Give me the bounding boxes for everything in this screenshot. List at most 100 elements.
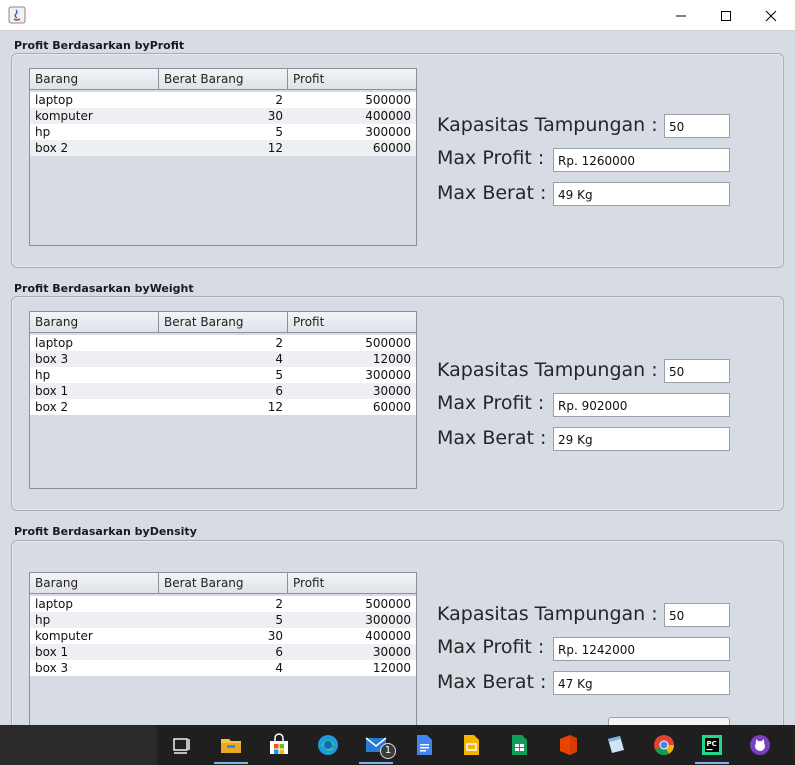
cell-profit: 60000 [372,141,411,155]
taskbar: PC [0,725,795,765]
column-header-barang[interactable]: Barang [30,573,159,593]
cell-berat: 5 [275,368,283,382]
max-berat-field[interactable]: 29 Kg [553,427,730,451]
active-indicator [214,762,248,764]
column-header-berat[interactable]: Berat Barang [159,69,288,89]
table-row[interactable]: box 2 12 60000 [30,399,416,415]
close-icon [765,10,777,21]
kapasitas-label: Kapasitas Tampungan : [437,603,658,625]
table-row[interactable]: box 2 12 60000 [30,140,416,156]
cell-berat: 2 [275,336,283,350]
cell-profit: 400000 [365,109,411,123]
cell-berat: 12 [267,400,283,414]
max-profit-field[interactable]: Rp. 1260000 [553,148,730,172]
max-profit-label: Max Profit : [437,147,545,169]
cell-berat: 12 [267,141,283,155]
section-title-by-density: Profit Berdasarkan byDensity [14,525,197,538]
cell-berat: 6 [275,645,283,659]
table-row[interactable]: komputer 30 400000 [30,628,416,644]
table-row[interactable]: box 3 4 12000 [30,351,416,367]
max-profit-field[interactable]: Rp. 1242000 [553,637,730,661]
cell-profit: 500000 [365,597,411,611]
table-row[interactable]: box 1 6 30000 [30,644,416,660]
column-header-barang[interactable]: Barang [30,312,159,332]
table-row[interactable]: laptop 2 500000 [30,596,416,612]
cell-berat: 4 [275,352,283,366]
cell-barang: komputer [35,629,93,643]
column-header-berat[interactable]: Berat Barang [159,312,288,332]
table-row[interactable]: laptop 2 500000 [30,92,416,108]
cell-berat: 5 [275,125,283,139]
cell-profit: 300000 [365,368,411,382]
max-berat-field[interactable]: 47 Kg [553,671,730,695]
kapasitas-field[interactable]: 50 [664,114,730,138]
cell-profit: 500000 [365,93,411,107]
cell-berat: 4 [275,661,283,675]
table-by-density[interactable]: Barang Berat Barang Profit laptop 2 5000… [29,572,417,732]
minimize-button[interactable] [658,0,704,31]
kapasitas-label: Kapasitas Tampungan : [437,359,658,381]
google-sheets-icon[interactable] [507,733,531,757]
task-view-icon[interactable] [170,733,194,757]
cell-profit: 300000 [365,125,411,139]
kapasitas-label: Kapasitas Tampungan : [437,114,658,136]
svg-text:PC: PC [707,740,717,748]
active-indicator [359,762,393,764]
table-row[interactable]: hp 5 300000 [30,124,416,140]
table-row[interactable]: hp 5 300000 [30,612,416,628]
max-profit-field[interactable]: Rp. 902000 [553,393,730,417]
chrome-icon[interactable] [652,733,676,757]
taskbar-search-area[interactable] [0,725,157,765]
max-berat-field[interactable]: 49 Kg [553,182,730,206]
cell-barang: box 1 [35,384,69,398]
google-docs-icon[interactable] [412,733,436,757]
office-icon[interactable] [556,733,580,757]
column-header-profit[interactable]: Profit [288,69,416,89]
table-row[interactable]: box 3 4 12000 [30,660,416,676]
column-header-barang[interactable]: Barang [30,69,159,89]
file-explorer-icon[interactable] [219,733,243,757]
table-by-profit[interactable]: Barang Berat Barang Profit laptop 2 5000… [29,68,417,246]
column-header-berat[interactable]: Berat Barang [159,573,288,593]
column-header-profit[interactable]: Profit [288,312,416,332]
microsoft-store-icon[interactable] [267,733,291,757]
maximize-button[interactable] [703,0,749,31]
kapasitas-field[interactable]: 50 [664,603,730,627]
table-row[interactable]: box 1 6 30000 [30,383,416,399]
cell-profit: 500000 [365,336,411,350]
google-slides-icon[interactable] [459,733,483,757]
cell-barang: box 2 [35,400,69,414]
close-button[interactable] [748,0,794,31]
cell-berat: 30 [267,109,283,123]
edge-icon[interactable] [316,733,340,757]
table-row[interactable]: laptop 2 500000 [30,335,416,351]
cell-barang: komputer [35,109,93,123]
maximize-icon [721,10,731,21]
cell-profit: 400000 [365,629,411,643]
cell-berat: 6 [275,384,283,398]
pycharm-icon[interactable]: PC [700,733,724,757]
cell-profit: 12000 [372,661,411,675]
cell-barang: box 3 [35,352,69,366]
cell-barang: laptop [35,597,73,611]
max-profit-label: Max Profit : [437,636,545,658]
table-row[interactable]: komputer 30 400000 [30,108,416,124]
app-cat-icon[interactable] [748,733,772,757]
table-by-weight[interactable]: Barang Berat Barang Profit laptop 2 5000… [29,311,417,489]
max-profit-label: Max Profit : [437,392,545,414]
max-berat-label: Max Berat : [437,182,547,204]
table-header: Barang Berat Barang Profit [30,573,416,594]
cell-profit: 30000 [372,384,411,398]
notepad-icon[interactable] [604,733,628,757]
cell-barang: laptop [35,93,73,107]
kapasitas-field[interactable]: 50 [664,359,730,383]
window-titlebar [0,0,795,31]
table-row[interactable]: hp 5 300000 [30,367,416,383]
minimize-icon [676,15,686,16]
cell-barang: hp [35,125,51,139]
java-app-icon [8,6,26,24]
cell-barang: hp [35,613,51,627]
table-header: Barang Berat Barang Profit [30,312,416,333]
column-header-profit[interactable]: Profit [288,573,416,593]
max-berat-label: Max Berat : [437,671,547,693]
